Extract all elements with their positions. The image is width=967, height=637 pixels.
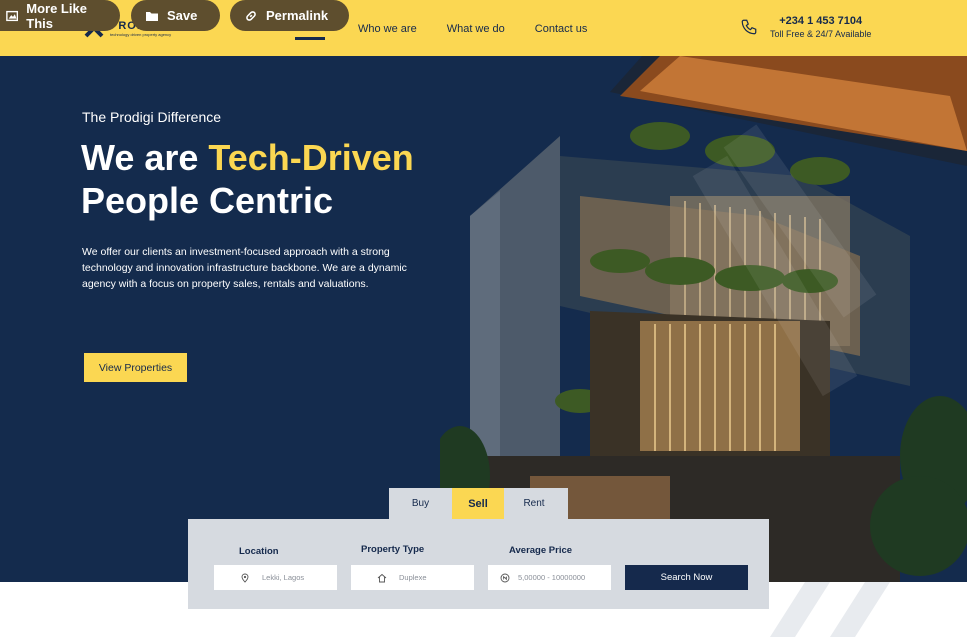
location-label: Location <box>239 546 279 557</box>
folder-icon <box>146 11 158 21</box>
location-pin-icon <box>241 573 249 583</box>
save-button[interactable]: Save <box>131 0 220 31</box>
price-value: 5,00000 - 10000000 <box>518 573 586 582</box>
search-tabs: Buy Sell Rent <box>389 488 568 519</box>
property-type-label: Property Type <box>361 544 425 555</box>
image-icon <box>6 10 19 21</box>
home-icon <box>377 573 387 582</box>
link-icon <box>246 10 256 21</box>
view-properties-button[interactable]: View Properties <box>84 353 187 382</box>
price-field[interactable]: 5,00000 - 10000000 <box>488 565 611 590</box>
hero-headline: We are Tech-Driven People Centric <box>81 136 414 222</box>
phone-number: +234 1 453 7104 <box>779 15 863 27</box>
property-type-value: Duplexe <box>399 573 427 582</box>
phone-icon <box>741 19 757 35</box>
headline-line2: People Centric <box>81 180 334 221</box>
tab-rent[interactable]: Rent <box>504 488 564 519</box>
hero-eyebrow: The Prodigi Difference <box>82 109 222 125</box>
property-search-panel: Location Property Type Average Price Lek… <box>188 519 769 609</box>
nav-item-contact-us[interactable]: Contact us <box>535 23 588 35</box>
more-like-this-label: More Like This <box>26 0 87 31</box>
price-label: Average Price <box>509 545 573 556</box>
nav-active-indicator <box>295 37 325 40</box>
search-now-button[interactable]: Search Now <box>625 565 748 590</box>
tab-sell[interactable]: Sell <box>452 488 504 519</box>
tab-buy[interactable]: Buy <box>389 488 452 519</box>
location-field[interactable]: Lekki, Lagos <box>214 565 337 590</box>
headline-accent: Tech-Driven <box>208 137 414 178</box>
nav-item-who-we-are[interactable]: Who we are <box>358 23 417 35</box>
currency-icon <box>500 573 510 582</box>
phone-contact[interactable]: +234 1 453 7104 Toll Free & 24/7 Availab… <box>740 15 871 39</box>
more-like-this-button[interactable]: More Like This <box>0 0 120 31</box>
hero-description: We offer our clients an investment-focus… <box>82 246 407 290</box>
permalink-button[interactable]: Permalink <box>230 0 349 31</box>
save-label: Save <box>167 8 198 23</box>
location-value: Lekki, Lagos <box>262 573 305 582</box>
brand-tagline: technology driven property agency <box>110 31 172 37</box>
permalink-label: Permalink <box>266 8 329 23</box>
property-type-field[interactable]: Duplexe <box>351 565 474 590</box>
phone-availability: Toll Free & 24/7 Available <box>770 29 872 39</box>
headline-part1: We are <box>81 137 209 178</box>
nav-item-what-we-do[interactable]: What we do <box>447 23 505 35</box>
